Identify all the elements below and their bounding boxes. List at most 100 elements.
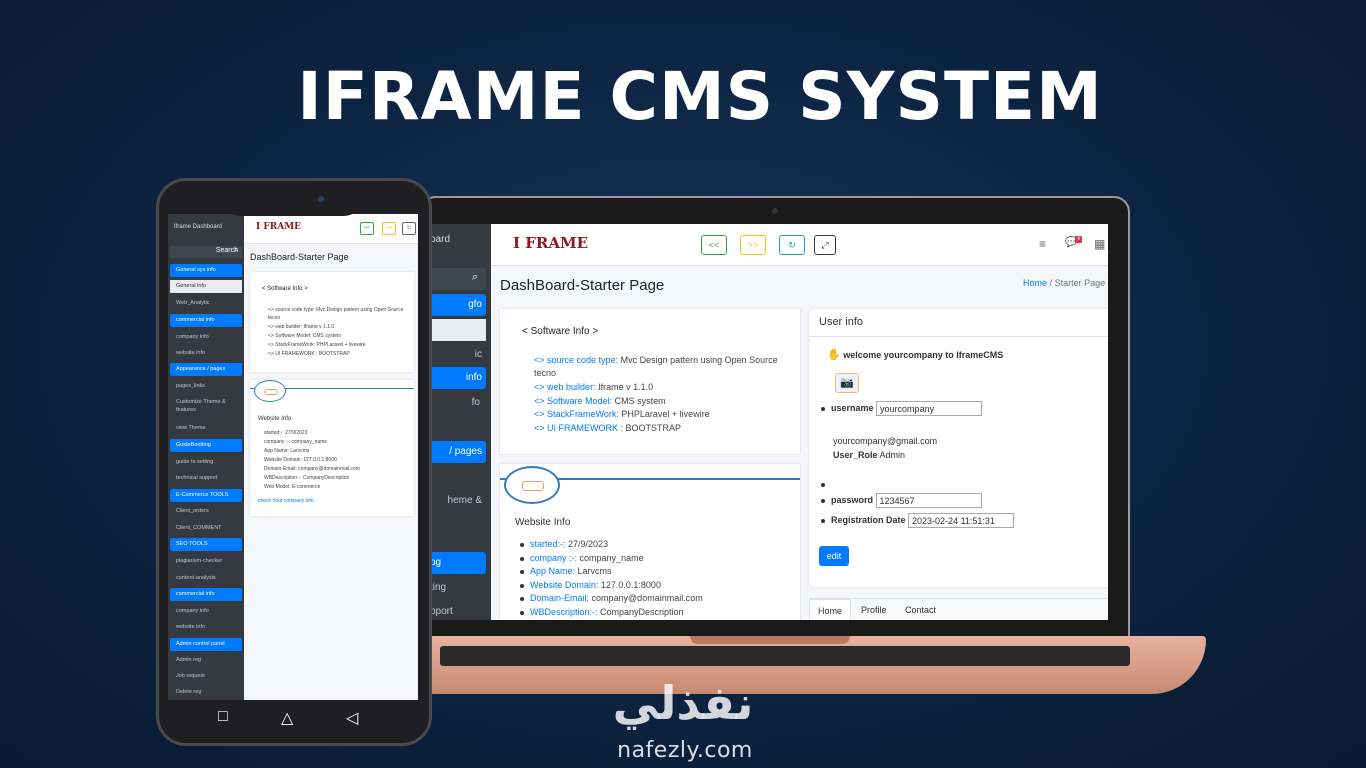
phone-item[interactable]: Client_orders <box>170 505 242 518</box>
software-info-line: tecno <box>534 368 557 378</box>
password-row: password 1234567 <box>821 493 982 508</box>
sidebar-item-guide[interactable]: pg <box>430 552 486 574</box>
registration-row: Registration Date 2023-02-24 11:51:31 <box>821 513 1015 528</box>
phone-item[interactable]: company info <box>170 331 242 344</box>
menu-icon[interactable]: ≡ <box>1039 237 1046 251</box>
page-title: DashBoard-Starter Page <box>500 277 665 294</box>
phone-item[interactable]: guide to setting <box>170 456 242 469</box>
breadcrumb-current: Starter Page <box>1054 278 1106 288</box>
phone-notch <box>222 182 362 216</box>
sidebar-item-setting[interactable]: ting <box>430 577 486 599</box>
back-icon[interactable]: ◁ <box>346 708 358 728</box>
sidebar-item-pages[interactable]: / pages <box>430 441 486 463</box>
phone-item[interactable]: technical support <box>170 472 242 485</box>
phone-item[interactable]: pages_links <box>170 380 242 393</box>
search-icon[interactable]: ⌕ <box>472 271 478 284</box>
home-icon[interactable]: △ <box>281 708 293 728</box>
breadcrumb-separator: / <box>1049 278 1053 288</box>
empty-bullet <box>821 479 831 489</box>
laptop-keyboard <box>440 646 1130 666</box>
recent-apps-icon[interactable]: □ <box>218 708 228 726</box>
sidebar-item-general-info[interactable]: gfo <box>430 294 486 316</box>
phone-item[interactable]: website info <box>170 621 242 634</box>
phone-item[interactable]: plagiarism-checker <box>170 555 242 568</box>
sidebar-search[interactable]: ⌕ <box>430 268 486 290</box>
fullscreen-button[interactable]: ⤢ <box>814 235 836 255</box>
software-info-line: <> Software Model: CMS system <box>534 396 666 406</box>
phone-item[interactable]: Appearance / pages <box>170 363 242 376</box>
phone-item[interactable]: view Theme <box>170 422 242 435</box>
software-info-line: <> StackFrameWork: PHPLaravel + livewire <box>534 409 710 419</box>
camera-avatar-icon[interactable]: 📷 <box>835 373 859 393</box>
sidebar-item-theme[interactable]: heme & <box>430 490 486 512</box>
phone-item[interactable]: Job request <box>170 670 242 683</box>
phone-refresh-button[interactable]: ↻ <box>402 222 416 235</box>
nafezly-logo-arabic: نفذلي <box>612 676 754 730</box>
welcome-line: ✋ welcome yourcompany to IframeCMS <box>827 349 1004 361</box>
back-button[interactable]: << <box>701 235 727 255</box>
phone-software-card: < Software Info > <> source code type: M… <box>250 272 414 372</box>
wave-icon: ✋ <box>827 349 841 361</box>
breadcrumb-home[interactable]: Home <box>1023 278 1047 288</box>
phone-item[interactable]: Web_Analytic <box>170 297 242 310</box>
username-row: username yourcompany <box>821 401 983 416</box>
password-input[interactable]: 1234567 <box>875 493 982 508</box>
tab-home[interactable]: Home <box>809 599 852 620</box>
phone-search-input[interactable]: Search ⌕ <box>170 246 242 258</box>
laptop-screen: oard ⌕ gfo ic info fo / pages heme & pg … <box>430 224 1108 620</box>
role-line: User_Role Admin <box>833 450 906 460</box>
sidebar-item-support[interactable]: pport <box>430 601 486 620</box>
phone-camera <box>318 196 324 202</box>
iframe-logo[interactable]: I FRAME <box>256 222 301 232</box>
sidebar-item-commercial[interactable]: info <box>430 367 486 389</box>
phone-item[interactable]: E-Commerce TOOLS <box>170 489 242 502</box>
company-info-link[interactable]: check Your company info <box>258 498 314 504</box>
phone-item[interactable]: Admin control panel <box>170 638 242 651</box>
software-info-title: < Software Info > <box>522 326 599 337</box>
website-info-card: Website Info started:-: 27/9/2023 compan… <box>500 464 800 620</box>
refresh-button[interactable]: ↻ <box>779 235 805 255</box>
phone-sidebar-header: Iframe Dashboard <box>174 224 223 230</box>
company-badge-icon <box>254 380 286 402</box>
phone-item[interactable]: General sys info <box>170 264 242 277</box>
profile-tabs: Home Profile Contact <box>809 598 1108 620</box>
phone-item[interactable]: commercial info <box>170 314 242 327</box>
phone-website-card: Website Info started:-: 27/9/2023 compan… <box>250 380 414 516</box>
sidebar-item-analytic[interactable]: ic <box>430 344 486 366</box>
phone-item[interactable]: SEO TOOLS <box>170 538 242 551</box>
notification-badge: 4 <box>1075 236 1082 243</box>
phone-item[interactable]: Customize Theme & features <box>170 396 242 416</box>
grid-icon[interactable]: ▦ <box>1094 237 1105 251</box>
phone-item[interactable]: General info <box>170 280 242 293</box>
laptop-topbar: I FRAME << >> ↻ ⤢ ≡ 💬 4 ▦ <box>491 224 1108 266</box>
hero-title: IFRAME CMS SYSTEM <box>297 58 1103 135</box>
user-info-card: User info ✋ welcome yourcompany to Ifram… <box>809 309 1108 587</box>
registration-input[interactable]: 2023-02-24 11:51:31 <box>908 513 1015 528</box>
company-badge-icon <box>504 466 560 504</box>
website-info-line: Website Domain: 127.0.0.1:8000 <box>520 580 661 590</box>
phone-item[interactable]: Admin reg <box>170 654 242 667</box>
phone-item[interactable]: GuideBootting <box>170 439 242 452</box>
tab-contact[interactable]: Contact <box>897 599 944 620</box>
sidebar-item-info[interactable]: fo <box>430 392 486 414</box>
search-icon[interactable]: ⌕ <box>234 247 238 255</box>
iframe-logo[interactable]: I FRAME <box>513 234 588 252</box>
forward-button[interactable]: >> <box>740 235 766 255</box>
edit-button[interactable]: edit <box>819 546 849 566</box>
laptop-hinge <box>690 636 850 644</box>
phone-item[interactable]: commercial info <box>170 588 242 601</box>
phone-main: DashBoard-Starter Page < Software Info >… <box>244 244 418 700</box>
phone-back-button[interactable]: << <box>360 222 374 235</box>
phone-item[interactable]: Client_COMMENT <box>170 522 242 535</box>
phone-item[interactable]: content-analysis <box>170 572 242 585</box>
tab-profile[interactable]: Profile <box>853 599 895 620</box>
phone-screen: Iframe Dashboard Search ⌕ General sys inf… <box>168 214 418 700</box>
sidebar-item-selected[interactable] <box>430 319 486 341</box>
phone-forward-button[interactable]: >> <box>382 222 396 235</box>
phone-item[interactable]: Delete reg <box>170 686 242 699</box>
phone-item[interactable]: company info <box>170 605 242 618</box>
phone-topbar: I FRAME << >> ↻ <box>244 214 418 244</box>
phone-item[interactable]: website info <box>170 347 242 360</box>
username-input[interactable]: yourcompany <box>876 401 983 416</box>
nafezly-logo-latin: nafezly.com <box>617 738 753 763</box>
